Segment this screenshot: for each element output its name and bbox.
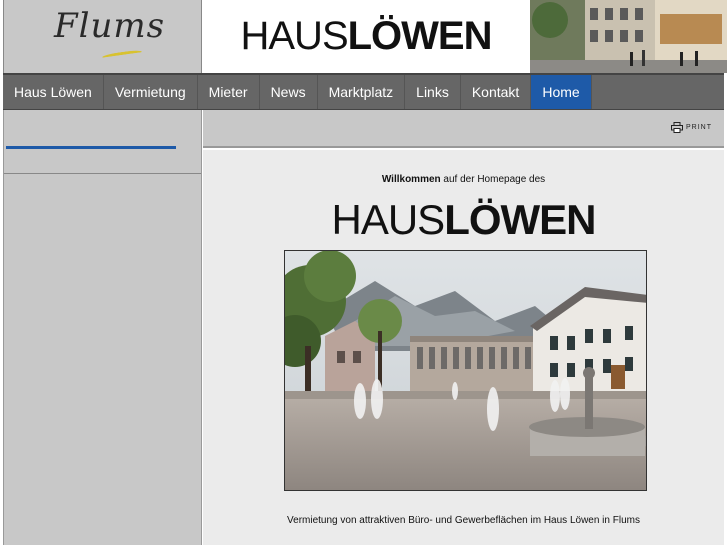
- caption-text: Vermietung von attraktiven Büro- und Gew…: [287, 515, 640, 526]
- nav-item-home[interactable]: Home: [531, 75, 592, 109]
- site-header: Flums HAUSLÖWEN: [0, 0, 727, 73]
- welcome-rest: auf der Homepage des: [440, 174, 546, 185]
- main-brand-thin: HAUS: [331, 196, 445, 243]
- printer-icon: [671, 122, 683, 133]
- nav-item-haus-loewen[interactable]: Haus Löwen: [3, 75, 104, 109]
- main-brand-bold: LÖWEN: [444, 196, 596, 243]
- print-label: PRINT: [686, 124, 712, 131]
- sidebar-accent-line: [6, 146, 176, 149]
- main-brand-logo: HAUSLÖWEN: [203, 196, 724, 244]
- print-button[interactable]: PRINT: [671, 122, 712, 133]
- sidebar: [3, 110, 202, 545]
- nav-item-vermietung[interactable]: Vermietung: [104, 75, 198, 109]
- square-rendering-photo: [284, 250, 647, 491]
- flums-logo[interactable]: Flums: [3, 0, 202, 73]
- brand-wordmark-thin: HAUS: [240, 14, 348, 58]
- flums-logo-text: Flums: [54, 6, 166, 46]
- main-content: Willkommen auf der Homepage des HAUSLÖWE…: [203, 150, 724, 545]
- nav-item-marktplatz[interactable]: Marktplatz: [318, 75, 406, 109]
- main-navigation: Haus Löwen Vermietung Mieter News Marktp…: [3, 73, 724, 110]
- haus-loewen-logo[interactable]: HAUSLÖWEN: [203, 0, 529, 73]
- content-toolbar: PRINT: [203, 110, 724, 148]
- brand-wordmark: HAUSLÖWEN: [240, 14, 493, 59]
- nav-item-kontakt[interactable]: Kontakt: [461, 75, 532, 109]
- main-brand-wordmark: HAUSLÖWEN: [331, 196, 596, 243]
- welcome-bold: Willkommen: [381, 174, 441, 185]
- brand-wordmark-bold: LÖWEN: [347, 14, 493, 58]
- nav-item-links[interactable]: Links: [405, 75, 461, 109]
- nav-item-mieter[interactable]: Mieter: [198, 75, 260, 109]
- welcome-text: Willkommen auf der Homepage des: [203, 174, 724, 185]
- sidebar-header: [4, 110, 201, 174]
- header-photo: [530, 0, 727, 73]
- nav-item-news[interactable]: News: [260, 75, 318, 109]
- flums-logo-swoosh: [101, 49, 143, 60]
